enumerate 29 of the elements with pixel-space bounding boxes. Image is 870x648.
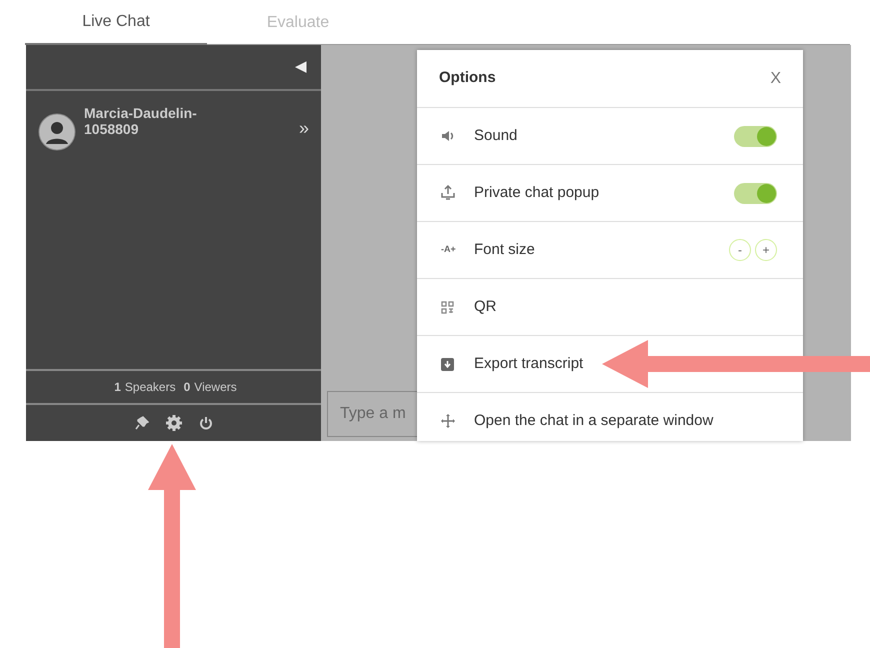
qr-icon — [441, 300, 454, 314]
expand-button[interactable]: » — [298, 115, 309, 142]
option-label[interactable]: Open the chat in a separate window — [474, 410, 714, 432]
toggle-switch[interactable] — [734, 126, 777, 146]
stat-count: 0 — [184, 379, 190, 396]
move-icon — [441, 414, 455, 428]
close-button[interactable]: X — [770, 66, 781, 90]
settings-icon[interactable] — [164, 414, 182, 432]
decrease-button[interactable]: - — [729, 239, 751, 261]
pin-icon[interactable] — [134, 416, 148, 430]
option-label[interactable]: Sound — [474, 124, 518, 148]
option-label[interactable]: QR — [474, 296, 496, 318]
power-icon[interactable] — [198, 416, 212, 430]
option-label[interactable]: Export transcript — [474, 352, 584, 376]
option-label[interactable]: Font size — [474, 238, 535, 262]
collapse-button[interactable]: ◀ — [295, 56, 307, 78]
download-icon — [441, 358, 454, 370]
toggle-switch[interactable] — [734, 182, 777, 204]
stat-label: Viewers — [194, 379, 237, 396]
stat-count: 1 — [114, 379, 121, 396]
contact-name[interactable]: Marcia-Daudelin-1058809 — [84, 105, 234, 137]
dialog-title: Options — [439, 68, 496, 88]
increase-button[interactable]: + — [755, 239, 777, 261]
option-label[interactable]: Private chat popup — [474, 182, 600, 204]
font-size-icon: -A+ — [441, 243, 456, 257]
upload-icon — [441, 185, 455, 201]
stat-label: Speakers — [124, 379, 176, 396]
avatar-icon — [38, 113, 76, 151]
speaker-icon — [441, 130, 455, 142]
